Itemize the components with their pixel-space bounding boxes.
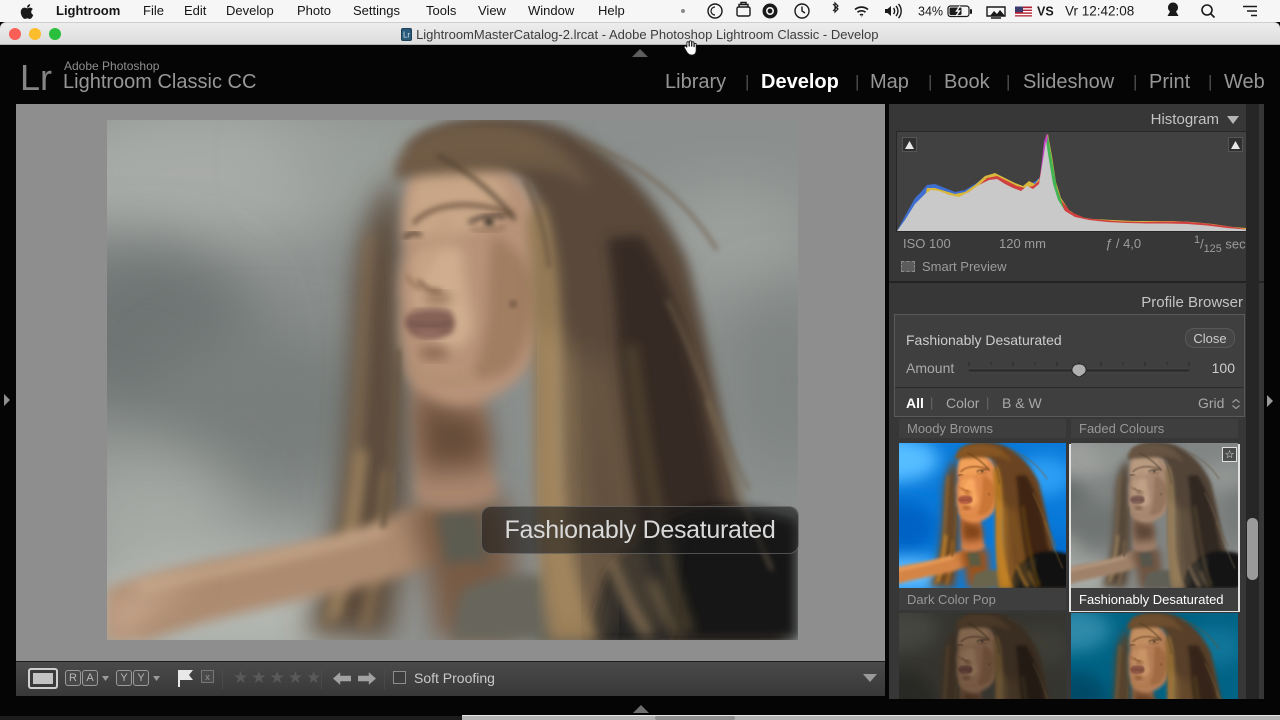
svg-text:Vr 12:42:08: Vr 12:42:08: [1065, 4, 1134, 19]
svg-text:Lr: Lr: [403, 31, 410, 40]
svg-text:VS: VS: [1037, 5, 1054, 19]
svg-text:34%: 34%: [918, 5, 943, 19]
